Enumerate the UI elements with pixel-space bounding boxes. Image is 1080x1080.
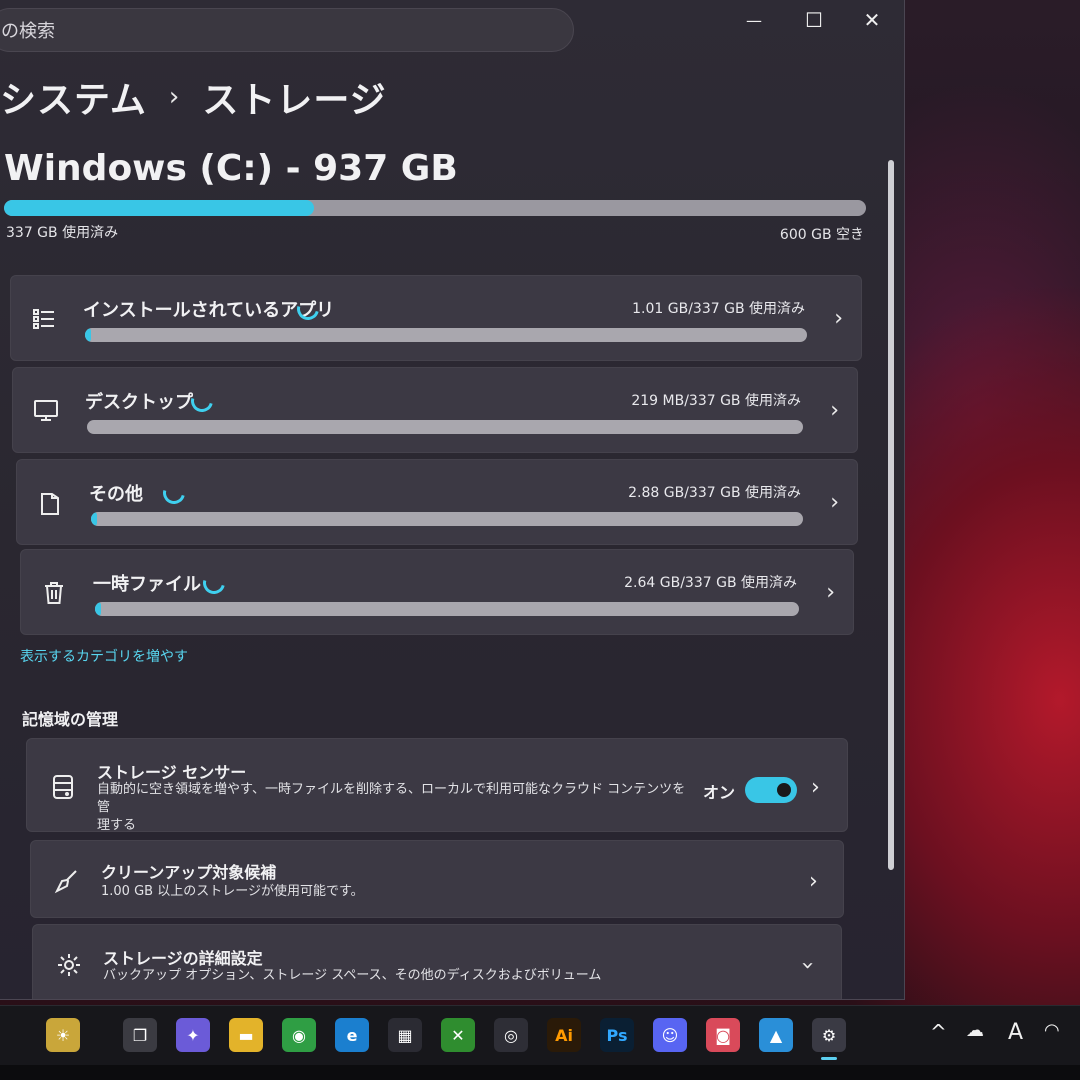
ime-indicator[interactable]: A — [1008, 1020, 1023, 1045]
photos-icon[interactable]: ▲ — [759, 1018, 793, 1052]
maximize-icon: ☐ — [805, 8, 823, 32]
category-temp-files[interactable]: 一時ファイル 2.64 GB/337 GB 使用済み › — [20, 549, 854, 635]
weather-widget-icon[interactable]: ☀ — [46, 1018, 80, 1052]
advanced-storage-settings-card[interactable]: ストレージの詳細設定 バックアップ オプション、ストレージ スペース、その他のデ… — [32, 924, 842, 999]
show-more-categories-link[interactable]: 表示するカテゴリを増やす — [20, 646, 188, 666]
category-usage: 1.01 GB/337 GB 使用済み — [632, 301, 805, 317]
drive-usage-fill — [4, 200, 315, 216]
active-app-indicator — [821, 1057, 837, 1060]
chrome-icon[interactable]: ◉ — [282, 1018, 316, 1052]
chevron-down-icon: › — [794, 961, 820, 970]
illustrator-icon[interactable]: Ai — [547, 1018, 581, 1052]
category-usage: 2.64 GB/337 GB 使用済み — [624, 575, 797, 591]
trash-icon — [41, 580, 67, 606]
settings-search-input[interactable]: の検索 — [0, 8, 574, 52]
storage-drive-icon — [49, 773, 77, 801]
category-desktop[interactable]: デスクトップ 219 MB/337 GB 使用済み › — [12, 367, 858, 453]
category-usage-fill — [95, 602, 101, 616]
scrollbar[interactable] — [888, 160, 894, 870]
category-other[interactable]: その他 2.88 GB/337 GB 使用済み › — [16, 459, 858, 545]
wifi-icon[interactable]: ◠ — [1044, 1020, 1060, 1041]
advanced-settings-description: バックアップ オプション、ストレージ スペース、その他のディスクおよびボリューム — [103, 968, 602, 983]
cleanup-description: 1.00 GB 以上のストレージが使用可能です。 — [101, 884, 364, 899]
storage-sense-desc-line2: 理する — [97, 818, 137, 833]
loading-spinner-icon — [198, 567, 230, 599]
category-usage-fill — [91, 512, 98, 526]
category-installed-apps[interactable]: インストールされているアプリ 1.01 GB/337 GB 使用済み › — [10, 275, 862, 361]
chevron-right-icon: › — [809, 869, 818, 894]
category-usage-bar — [91, 512, 803, 526]
edge-icon[interactable]: e — [335, 1018, 369, 1052]
copilot-icon[interactable]: ✦ — [176, 1018, 210, 1052]
category-label: 一時ファイル — [93, 574, 201, 595]
toggle-knob — [777, 783, 791, 797]
chevron-right-icon: › — [834, 306, 843, 331]
storage-sense-card[interactable]: ストレージ センサー 自動的に空き領域を増やす、一時ファイルを削除する、ローカル… — [26, 738, 848, 835]
loading-spinner-icon — [158, 477, 190, 509]
storage-management-heading: 記憶域の管理 — [22, 710, 119, 729]
discord-icon[interactable]: ☺ — [653, 1018, 687, 1052]
photoshop-icon[interactable]: Ps — [600, 1018, 634, 1052]
drive-free-label: 600 GB 空き — [779, 227, 864, 243]
breadcrumb-parent[interactable]: システム — [0, 71, 147, 123]
xbox-icon[interactable]: ✕ — [441, 1018, 475, 1052]
breadcrumb-separator-icon: › — [168, 82, 181, 112]
maximize-button[interactable]: ☐ — [794, 4, 834, 36]
category-label: デスクトップ — [85, 392, 193, 413]
app-swirl-icon[interactable]: ◎ — [494, 1018, 528, 1052]
category-usage-bar — [85, 328, 807, 342]
category-usage: 2.88 GB/337 GB 使用済み — [628, 485, 801, 501]
close-button[interactable]: ✕ — [852, 4, 892, 36]
close-icon: ✕ — [863, 8, 881, 32]
drive-usage-bar — [4, 200, 866, 216]
screen-bezel — [0, 1065, 1080, 1080]
document-icon — [37, 490, 63, 516]
category-usage-fill — [85, 328, 91, 342]
file-explorer-icon[interactable]: ▬ — [229, 1018, 263, 1052]
minimize-button[interactable]: — — [734, 4, 774, 36]
cleanup-title: クリーンアップ対象候補 — [101, 863, 277, 882]
chevron-right-icon: › — [826, 580, 835, 605]
category-usage-bar — [87, 420, 803, 434]
drive-title: Windows (C:) - 937 GB — [4, 148, 458, 189]
drive-used-label: 337 GB 使用済み — [6, 225, 119, 241]
storage-sense-title: ストレージ センサー — [97, 763, 247, 782]
monitor-icon — [33, 398, 59, 424]
store-icon[interactable]: ▦ — [388, 1018, 422, 1052]
storage-sense-toggle-label: オン — [703, 783, 736, 802]
advanced-settings-title: ストレージの詳細設定 — [103, 949, 263, 968]
settings-window: の検索 — ☐ ✕ システム › ストレージ Windows (C:) - 93… — [0, 0, 905, 1000]
tray-overflow-chevron-icon[interactable]: ^ — [930, 1020, 947, 1044]
red-app-icon[interactable]: ◙ — [706, 1018, 740, 1052]
list-icon — [31, 306, 57, 332]
settings-icon[interactable]: ⚙ — [812, 1018, 846, 1060]
chevron-right-icon: › — [830, 398, 839, 423]
breadcrumb: システム › ストレージ — [0, 72, 387, 122]
gear-icon — [55, 951, 83, 979]
broom-icon — [53, 867, 81, 895]
taskbar: ^ ☁ A ◠ ☀ ❐ ✦ ▬ ◉ e ▦ ✕ ◎ Ai Ps ☺ ◙ ▲ ⚙ — [0, 1005, 1080, 1065]
chevron-right-icon: › — [830, 490, 839, 515]
task-view-icon[interactable]: ❐ — [123, 1018, 157, 1052]
chevron-right-icon: › — [811, 775, 820, 800]
category-usage: 219 MB/337 GB 使用済み — [631, 393, 801, 409]
onedrive-error-icon[interactable]: ☁ — [966, 1020, 984, 1041]
minimize-icon: — — [746, 10, 762, 30]
storage-sense-description: 自動的に空き領域を増やす、一時ファイルを削除する、ローカルで利用可能なクラウド … — [97, 781, 697, 835]
search-text: の検索 — [1, 21, 55, 42]
category-usage-bar — [95, 602, 799, 616]
page-title: ストレージ — [202, 80, 387, 121]
storage-sense-toggle[interactable] — [745, 777, 797, 803]
category-label: その他 — [89, 484, 143, 505]
storage-sense-desc-line1: 自動的に空き領域を増やす、一時ファイルを削除する、ローカルで利用可能なクラウド … — [97, 782, 686, 815]
cleanup-recommendations-card[interactable]: クリーンアップ対象候補 1.00 GB 以上のストレージが使用可能です。 › — [30, 840, 844, 918]
